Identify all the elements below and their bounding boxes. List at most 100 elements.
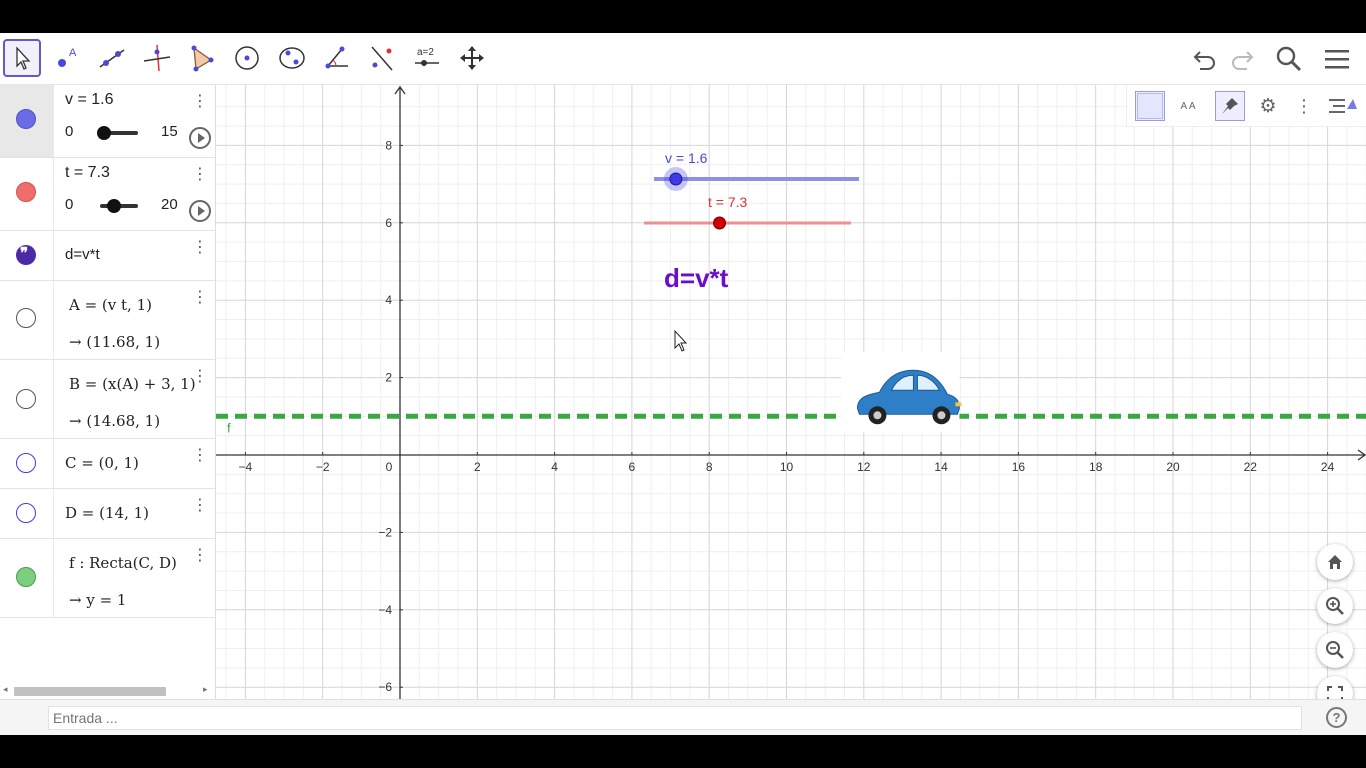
graphics-view[interactable]: −4 −2 0 2 4 6 8 10 12 14 16 18 20 22 24 8 6 4 2 −2 −4 −6 f v = … <box>216 85 1366 699</box>
help-icon[interactable]: ? <box>1326 707 1347 728</box>
slider-v-caption: v = 1.6 <box>665 150 708 166</box>
angle-tool-button[interactable] <box>318 39 356 77</box>
algebra-input[interactable] <box>48 706 1302 730</box>
conic-tool-button[interactable] <box>273 39 311 77</box>
more-options-icon[interactable]: ⋮ <box>190 237 210 257</box>
text-size-icon[interactable]: A A <box>1173 91 1203 121</box>
polygon-tool-button[interactable] <box>183 39 221 77</box>
slider-t-handle[interactable] <box>713 216 727 230</box>
more-options-icon[interactable]: ⋮ <box>190 495 210 515</box>
algebra-row-D[interactable]: D = (14, 1) ⋮ <box>0 489 215 539</box>
undo-button[interactable] <box>1189 43 1221 75</box>
x-tick-label: 6 <box>629 460 636 474</box>
line-tool-button[interactable] <box>93 39 131 77</box>
circle-tool-button[interactable] <box>228 39 266 77</box>
algebra-row-f[interactable]: f : Recta(C, D) → y = 1 ⋮ <box>0 539 215 618</box>
undo-icon <box>1193 51 1215 70</box>
home-button[interactable] <box>1317 544 1353 580</box>
x-tick-label: 16 <box>1012 460 1026 474</box>
point-A-definition: A = (v t, 1) <box>69 296 152 314</box>
algebra-row-t[interactable]: t = 7.3 ⋮ 0 20 <box>0 158 215 231</box>
visibility-dot-icon[interactable] <box>16 308 36 328</box>
more-options-icon[interactable]: ⋮ <box>190 287 210 307</box>
point-B-definition: B = (x(A) + 3, 1) <box>69 375 196 393</box>
y-tick-label: 8 <box>385 138 392 152</box>
pin-button[interactable] <box>1215 91 1245 121</box>
toggle-style-bar-button[interactable] <box>1327 91 1357 121</box>
play-icon[interactable] <box>189 127 211 149</box>
scroll-right-icon[interactable]: ▸ <box>203 685 208 695</box>
visibility-dot-icon[interactable] <box>16 182 36 202</box>
more-options-icon[interactable]: ⋮ <box>190 445 210 465</box>
algebra-row-text[interactable]: ❞ d=v*t ⋮ <box>0 231 215 281</box>
algebra-row-B[interactable]: B = (x(A) + 3, 1) → (14.68, 1) ⋮ <box>0 360 215 439</box>
algebra-row-v[interactable]: v = 1.6 ⋮ 0 15 <box>0 85 215 158</box>
visibility-marker[interactable] <box>0 158 54 230</box>
perpendicular-icon <box>143 44 171 72</box>
line-f-label: f <box>227 420 231 435</box>
visibility-marker[interactable] <box>0 439 54 488</box>
move-graphics-tool-button[interactable] <box>453 39 491 77</box>
visibility-marker[interactable] <box>0 281 54 359</box>
line-f-value: → y = 1 <box>69 591 127 609</box>
visibility-dot-icon[interactable] <box>16 389 36 409</box>
x-tick-label: 24 <box>1321 460 1335 474</box>
formula-text: d=v*t <box>664 263 729 293</box>
point-tool-button[interactable]: A <box>48 39 86 77</box>
algebra-scrollbar[interactable]: ◂ ▸ <box>0 685 215 697</box>
more-icon[interactable]: ⋮ <box>1289 91 1319 121</box>
y-tick-label: 6 <box>385 216 392 230</box>
more-options-icon[interactable]: ⋮ <box>190 91 210 111</box>
redo-button[interactable] <box>1226 43 1258 75</box>
zoom-in-button[interactable] <box>1317 588 1353 624</box>
visibility-dot-icon[interactable] <box>16 109 36 129</box>
quote-icon[interactable]: ❞ <box>16 244 36 265</box>
toggle-style-bar-icon <box>1329 99 1357 113</box>
scrollbar-thumb[interactable] <box>14 687 166 696</box>
slider-v-handle[interactable] <box>669 172 683 186</box>
gear-icon[interactable]: ⚙ <box>1253 91 1283 121</box>
visibility-marker[interactable] <box>0 539 54 617</box>
mouse-cursor-icon <box>674 329 688 352</box>
visibility-marker[interactable] <box>0 489 54 538</box>
slider-tool-button[interactable]: a=2 <box>408 39 446 77</box>
visibility-dot-icon[interactable] <box>16 567 36 587</box>
visibility-dot-icon[interactable] <box>16 503 36 523</box>
x-tick-label: 14 <box>934 460 948 474</box>
reflect-tool-button[interactable] <box>363 39 401 77</box>
angle-icon <box>325 46 348 69</box>
graphics-view-toggle[interactable] <box>1135 91 1165 121</box>
more-options-icon[interactable]: ⋮ <box>190 164 210 184</box>
point-A-value: → (11.68, 1) <box>69 333 161 351</box>
search-button[interactable] <box>1273 43 1305 75</box>
slider-tool-text: a=2 <box>417 47 434 58</box>
visibility-marker[interactable]: ❞ <box>0 231 54 280</box>
x-tick-label: 22 <box>1244 460 1258 474</box>
coordinate-plane[interactable]: −4 −2 0 2 4 6 8 10 12 14 16 18 20 22 248642−2−4−6fv = … <box>216 85 1366 699</box>
x-tick-label: 8 <box>706 460 713 474</box>
slider-t-handle[interactable] <box>106 199 121 213</box>
zoom-out-button[interactable] <box>1317 632 1353 668</box>
input-bar: ? <box>0 699 1366 735</box>
slider-icon: a=2 <box>415 47 439 66</box>
algebra-row-C[interactable]: C = (0, 1) ⋮ <box>0 439 215 489</box>
x-tick-label: 20 <box>1166 460 1180 474</box>
y-tick-label: −6 <box>378 680 392 694</box>
menu-button[interactable] <box>1321 43 1353 75</box>
play-icon[interactable] <box>189 200 211 222</box>
scroll-left-icon[interactable]: ◂ <box>3 685 8 695</box>
slider-t-label: t = 7.3 <box>65 164 110 181</box>
zoom-out-icon <box>1326 641 1344 659</box>
visibility-marker[interactable] <box>0 360 54 438</box>
perpendicular-tool-button[interactable] <box>138 39 176 77</box>
slider-v-handle[interactable] <box>97 126 112 140</box>
algebra-row-A[interactable]: A = (v t, 1) → (11.68, 1) ⋮ <box>0 281 215 360</box>
move-tool-button[interactable] <box>3 39 41 77</box>
more-options-icon[interactable]: ⋮ <box>190 366 210 386</box>
car-image[interactable] <box>841 352 962 433</box>
x-tick-label: 18 <box>1089 460 1103 474</box>
visibility-dot-icon[interactable] <box>16 453 36 473</box>
point-icon: A <box>58 47 77 67</box>
more-options-icon[interactable]: ⋮ <box>190 545 210 565</box>
visibility-marker[interactable] <box>0 85 54 157</box>
